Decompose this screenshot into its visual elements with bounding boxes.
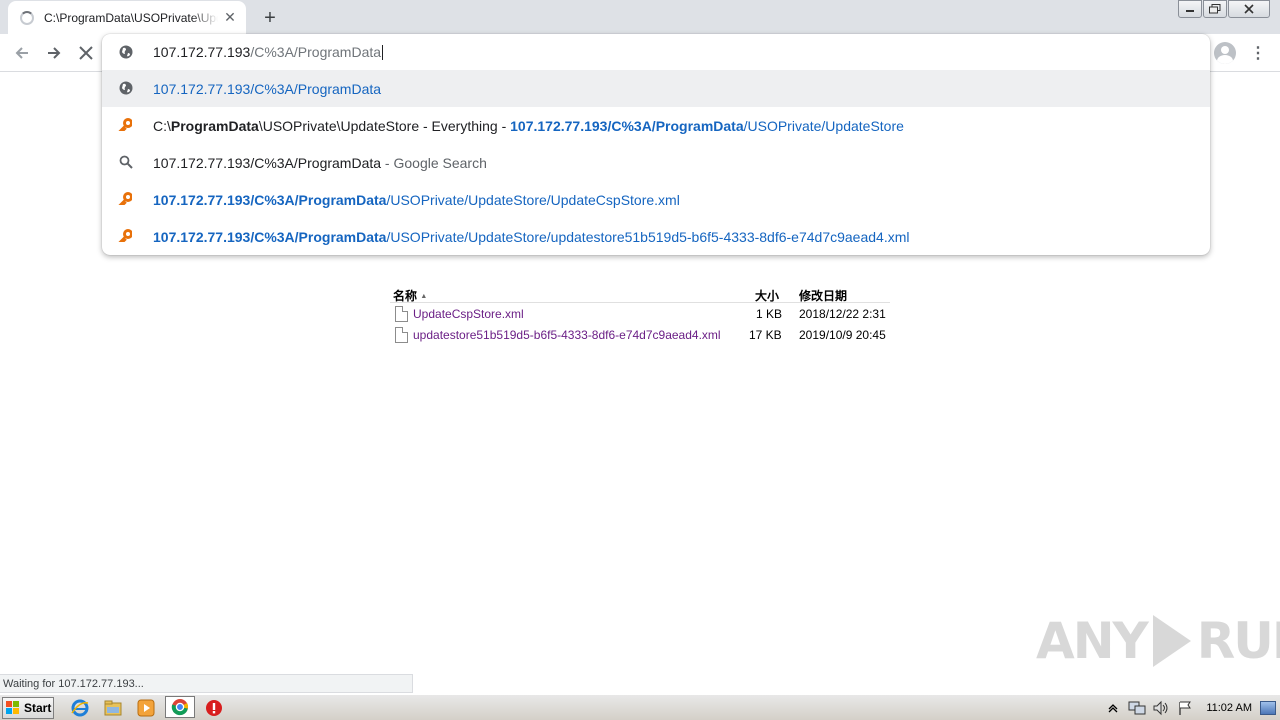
suggestion-url-rest: /USOPrivate/UpdateStore/UpdateCspStore.x… (386, 191, 680, 208)
suggestion-suffix: - Google Search (381, 154, 487, 171)
file-icon (395, 327, 408, 343)
watermark-left: ANY (1036, 612, 1149, 670)
sort-ascending-icon: ▲ (420, 293, 428, 300)
key-icon (118, 229, 132, 242)
tab-active[interactable]: C:\ProgramData\USOPrivate\UpdateStore ✕ (8, 1, 246, 34)
status-bubble: Waiting for 107.172.77.193... (0, 674, 413, 693)
chrome-icon[interactable] (165, 696, 195, 718)
network-icon[interactable] (1128, 700, 1146, 716)
text-caret (382, 45, 384, 60)
suggestion-item[interactable]: 107.172.77.193/C%3A/ProgramData (102, 70, 1210, 107)
suggestion-item[interactable]: 107.172.77.193/C%3A/ProgramData/USOPriva… (102, 181, 1210, 218)
header-name-label: 名称 (393, 289, 418, 303)
file-icon (395, 306, 408, 322)
key-icon (118, 192, 132, 205)
back-arrow-icon (15, 47, 28, 59)
loading-spinner-icon (20, 10, 34, 25)
stop-button[interactable] (71, 38, 101, 68)
address-path: /C%3A/ProgramData (250, 44, 382, 60)
key-icon (118, 118, 132, 131)
close-icon (1244, 4, 1254, 14)
globe-icon (119, 45, 133, 59)
taskbar: Start 11:02 AM (0, 694, 1280, 720)
listing-header: 名称 ▲ 大小 修改日期 (390, 285, 890, 303)
show-hidden-icons-icon[interactable] (1104, 700, 1122, 716)
omnibox-dropdown: 107.172.77.193/C%3A/ProgramData 107.172.… (102, 34, 1210, 255)
show-desktop-button[interactable] (1260, 700, 1276, 715)
file-modified: 2019/10/9 20:45 (799, 328, 886, 342)
forward-arrow-icon (48, 47, 61, 59)
watermark-right: RUN (1196, 612, 1280, 670)
window-controls (1177, 0, 1270, 18)
suggestion-text: 107.172.77.193/C%3A/ProgramData/USOPriva… (153, 229, 910, 245)
file-explorer-icon[interactable] (103, 698, 123, 718)
suggestion-url: 107.172.77.193/C%3A/ProgramData (153, 80, 382, 97)
file-size: 1 KB (756, 307, 783, 321)
suggestion-url-bold: 107.172.77.193/C%3A/ProgramData (153, 191, 387, 208)
system-tray: 11:02 AM (1104, 695, 1280, 720)
start-label: Start (24, 701, 52, 715)
suggestion-text: C:\ProgramData\USOPrivate\UpdateStore - … (153, 118, 904, 134)
minimize-button[interactable] (1178, 0, 1202, 18)
suggestion-url-bold: 107.172.77.193/C%3A/ProgramData (153, 228, 387, 245)
file-size: 17 KB (749, 328, 782, 342)
address-host: 107.172.77.193 (153, 44, 251, 60)
globe-icon (119, 81, 133, 95)
start-button[interactable]: Start (2, 697, 54, 719)
internet-explorer-icon[interactable] (70, 698, 90, 718)
stop-sign-icon[interactable] (204, 698, 224, 718)
header-size[interactable]: 大小 (755, 287, 779, 304)
clock[interactable]: 11:02 AM (1206, 702, 1252, 714)
back-button[interactable] (7, 38, 37, 68)
new-tab-button[interactable]: + (256, 4, 284, 32)
file-listing: 名称 ▲ 大小 修改日期 UpdateCspStore.xml 1 KB 201… (390, 285, 890, 345)
stop-icon (79, 46, 93, 60)
media-player-icon[interactable] (136, 698, 156, 718)
tab-close-icon[interactable]: ✕ (218, 6, 242, 30)
suggestion-query: 107.172.77.193/C%3A/ProgramData (153, 154, 382, 171)
play-icon (1152, 615, 1191, 667)
suggestion-item[interactable]: C:\ProgramData\USOPrivate\UpdateStore - … (102, 107, 1210, 144)
suggestion-item[interactable]: 107.172.77.193/C%3A/ProgramData/USOPriva… (102, 218, 1210, 255)
table-row: UpdateCspStore.xml 1 KB 2018/12/22 2:31 (390, 303, 890, 324)
header-modified[interactable]: 修改日期 (799, 287, 847, 304)
forward-button[interactable] (39, 38, 69, 68)
search-icon (119, 155, 133, 169)
address-bar[interactable]: 107.172.77.193/C%3A/ProgramData (102, 34, 1210, 70)
browser-window: C:\ProgramData\USOPrivate\UpdateStore ✕ … (0, 0, 1280, 720)
table-row: updatestore51b519d5-b6f5-4333-8df6-e74d7… (390, 324, 890, 345)
header-name[interactable]: 名称 ▲ (393, 287, 427, 304)
restore-button[interactable] (1203, 0, 1227, 18)
action-center-flag-icon[interactable] (1176, 700, 1194, 716)
suggestion-url-rest: /USOPrivate/UpdateStore (743, 117, 904, 134)
address-input[interactable]: 107.172.77.193/C%3A/ProgramData (153, 44, 384, 60)
suggestion-text: 107.172.77.193/C%3A/ProgramData - Google… (153, 155, 487, 171)
suggestion-title-post: \USOPrivate\UpdateStore - Everything - (258, 117, 511, 134)
suggestion-item[interactable]: 107.172.77.193/C%3A/ProgramData - Google… (102, 144, 1210, 181)
file-modified: 2018/12/22 2:31 (799, 307, 886, 321)
menu-icon[interactable]: ⋮ (1248, 42, 1268, 64)
suggestion-title-bold: ProgramData (170, 117, 259, 134)
close-window-button[interactable] (1228, 0, 1270, 18)
suggestion-text: 107.172.77.193/C%3A/ProgramData/USOPriva… (153, 192, 680, 208)
tab-strip: C:\ProgramData\USOPrivate\UpdateStore ✕ … (0, 0, 1280, 34)
minimize-icon (1186, 10, 1194, 12)
restore-icon (1209, 4, 1221, 14)
anyrun-watermark-logo: ANY RUN (1036, 612, 1280, 670)
windows-logo-icon (6, 701, 20, 715)
suggestion-url-bold: 107.172.77.193/C%3A/ProgramData (510, 117, 744, 134)
suggestion-title-pre: C:\ (153, 117, 171, 134)
suggestion-url-rest: /USOPrivate/UpdateStore/updatestore51b51… (386, 228, 910, 245)
file-link[interactable]: updatestore51b519d5-b6f5-4333-8df6-e74d7… (413, 328, 721, 342)
tab-title: C:\ProgramData\USOPrivate\UpdateStore (44, 10, 218, 25)
profile-avatar[interactable] (1214, 42, 1236, 64)
volume-icon[interactable] (1152, 700, 1170, 716)
file-link[interactable]: UpdateCspStore.xml (413, 307, 524, 321)
